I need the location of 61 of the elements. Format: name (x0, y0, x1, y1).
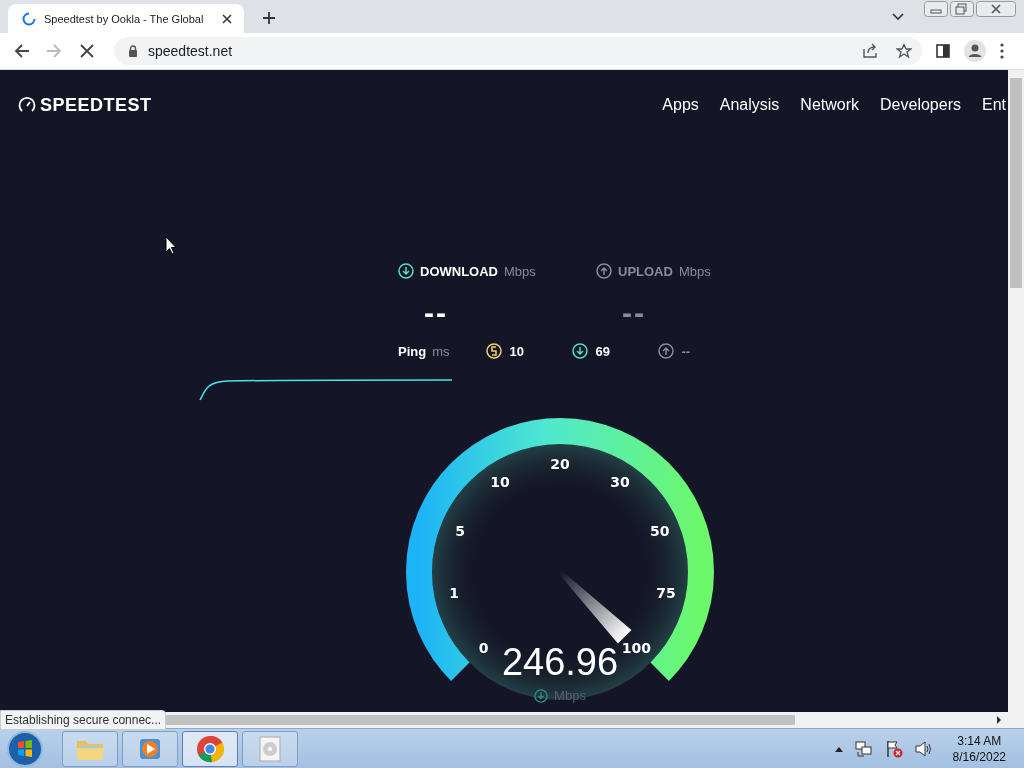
gauge-tick-label: 50 (650, 522, 670, 539)
tab-title: Speedtest by Ookla - The Global (44, 12, 205, 25)
taskbar-app-button[interactable] (182, 730, 238, 767)
result-unit: Mbps (678, 263, 711, 279)
result-value: -- (423, 298, 449, 330)
lock-icon (128, 45, 138, 57)
result-label: DOWNLOAD (420, 263, 498, 279)
clock-date[interactable]: 8/16/2022 (952, 748, 1006, 765)
volume-icon[interactable] (914, 740, 933, 757)
nav-link[interactable]: Analysis (719, 96, 780, 114)
close-tab-icon[interactable] (222, 13, 232, 24)
gauge-tick-label: 1 (449, 585, 459, 602)
browser-tab[interactable]: Speedtest by Ookla - The Global (8, 4, 244, 33)
speed-unit: Mbps (554, 688, 586, 703)
address-field[interactable]: speedtest.net (114, 37, 922, 65)
ping-value: -- (681, 343, 691, 359)
tab-list-caret-icon[interactable] (892, 13, 904, 21)
scrollbar-thumb[interactable] (1010, 78, 1022, 288)
ping-label: Ping (398, 343, 427, 359)
result-value: -- (621, 298, 647, 330)
gauge-tick-label: 20 (550, 456, 570, 472)
stop-loading-icon[interactable] (80, 44, 94, 58)
gauge-tick-label: 5 (455, 522, 466, 539)
nav-link[interactable]: Ent (982, 96, 1006, 114)
gauge-tick-label: 10 (490, 474, 510, 491)
nav-link[interactable]: Apps (662, 96, 699, 114)
nav-link[interactable]: Developers (880, 96, 961, 114)
star-icon[interactable] (896, 43, 912, 59)
network-icon[interactable] (854, 740, 873, 757)
ping-value: 10 (509, 343, 524, 359)
gauge-tick-label: 30 (610, 474, 630, 491)
profile-icon[interactable] (964, 40, 986, 62)
result-unit: Mbps (504, 263, 536, 279)
gauge-tick-label: 100 (621, 640, 651, 657)
ping-value: 69 (595, 343, 610, 359)
flag-error-icon[interactable] (884, 739, 903, 758)
status-tooltip: Establishing secure connec... (0, 710, 167, 730)
side-panel-icon[interactable] (936, 44, 950, 58)
new-tab-icon[interactable] (262, 11, 276, 25)
jitter-icon (485, 343, 502, 359)
share-icon[interactable] (862, 43, 878, 59)
close-window-icon[interactable] (976, 1, 1016, 17)
scroll-right-icon[interactable] (996, 716, 1002, 724)
nav-link[interactable]: Network (800, 96, 860, 114)
gauge-tick-label: 75 (656, 585, 676, 602)
horizontal-scrollbar[interactable]: Establishing secure connec... (0, 712, 1024, 728)
mouse-cursor-icon (165, 236, 177, 255)
result-label: UPLOAD (618, 263, 673, 279)
show-hidden-icons-icon[interactable] (834, 745, 843, 752)
back-icon[interactable] (14, 43, 30, 59)
site-logo[interactable]: SPEEDTEST (40, 94, 152, 116)
ping-unit: ms (432, 343, 450, 359)
speed-reading: 246.96 (501, 640, 619, 684)
speedometer-icon (18, 96, 36, 114)
restore-icon[interactable] (950, 1, 974, 17)
gauge-tick-label: 0 (478, 640, 489, 657)
browser-icon (196, 734, 224, 763)
clock-time[interactable]: 3:14 AM (957, 732, 1002, 749)
menu-icon[interactable] (1000, 43, 1004, 59)
start-button[interactable] (6, 729, 44, 768)
vertical-scrollbar[interactable] (1008, 70, 1024, 712)
